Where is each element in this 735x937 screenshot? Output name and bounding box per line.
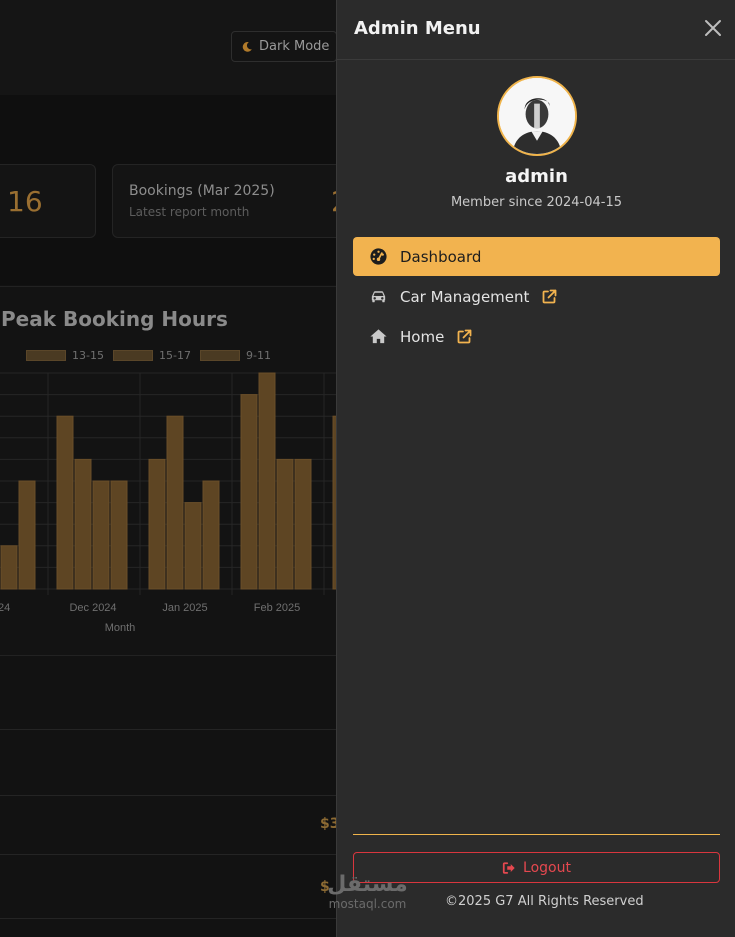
legend-label: 9-11 <box>246 349 271 362</box>
dashboard-icon <box>370 248 387 265</box>
dark-mode-label: Dark Mode <box>259 39 330 54</box>
panel-divider <box>353 834 720 835</box>
legend-label: 15-17 <box>159 349 191 362</box>
bar[interactable] <box>0 545 18 590</box>
bar[interactable] <box>110 480 128 590</box>
home-icon <box>370 329 387 344</box>
panel-header: Admin Menu <box>337 0 735 60</box>
moon-icon <box>242 41 252 52</box>
table-row <box>0 918 336 919</box>
external-link-icon <box>457 329 472 343</box>
stat-value: 16 <box>7 185 43 218</box>
legend-item[interactable]: 9-11 <box>200 349 271 362</box>
legend-swatch <box>200 350 240 361</box>
legend-label: 13-15 <box>72 349 104 362</box>
bar-chart: 024Dec 2024Jan 2025Feb 2025IMonth <box>0 372 336 631</box>
bar[interactable] <box>92 480 110 590</box>
table-row: $ <box>0 854 336 895</box>
bar[interactable] <box>184 502 202 590</box>
x-tick-label: Jan 2025 <box>162 602 207 614</box>
background-page: Dark Mode 16 Bookings (Mar 2025) Latest … <box>0 0 336 937</box>
dark-mode-button[interactable]: Dark Mode <box>231 31 336 62</box>
logout-label: Logout <box>523 859 571 876</box>
legend-item[interactable]: 13-15 <box>26 349 104 362</box>
car-icon <box>371 291 386 303</box>
bar[interactable] <box>294 458 312 590</box>
watermark: مستقل mostaql.com <box>320 872 415 912</box>
close-button[interactable] <box>701 16 725 40</box>
legend-swatch <box>113 350 153 361</box>
x-tick-label: Feb 2025 <box>254 602 300 614</box>
panel-title: Admin Menu <box>354 18 481 39</box>
stat-card-bookings: Bookings (Mar 2025) Latest report month … <box>112 164 336 238</box>
bar[interactable] <box>240 394 258 590</box>
bar[interactable] <box>166 415 184 590</box>
bar[interactable] <box>56 415 74 590</box>
admin-menu-panel: Admin Menu admin Member since 2024-04-15 <box>336 0 735 937</box>
chart-title: Peak Booking Hours <box>1 307 228 331</box>
external-link-icon <box>543 289 557 303</box>
bar[interactable] <box>276 458 294 590</box>
logout-icon <box>502 861 515 874</box>
watermark-latin: mostaql.com <box>328 897 407 911</box>
nav-item-car-management[interactable]: Car Management <box>353 277 720 316</box>
stat-title: Bookings (Mar 2025) <box>129 183 275 199</box>
user-avatar-icon <box>499 78 575 154</box>
avatar <box>497 76 577 156</box>
nav-item-home[interactable]: Home <box>353 317 720 356</box>
bar[interactable] <box>74 458 92 590</box>
member-since: Member since 2024-04-15 <box>450 195 623 210</box>
bar[interactable] <box>258 372 276 590</box>
x-tick-label: 024 <box>0 602 10 614</box>
nav-item-dashboard[interactable]: Dashboard <box>353 237 720 276</box>
footer-copyright: ©2025 G7 All Rights Reserved <box>445 894 644 909</box>
nav-label: Dashboard <box>400 247 482 266</box>
bar[interactable] <box>18 480 36 590</box>
legend-swatch <box>26 350 66 361</box>
bar[interactable] <box>148 458 166 590</box>
x-tick-label: Dec 2024 <box>69 602 116 614</box>
table-row <box>0 729 336 730</box>
stat-subtitle: Latest report month <box>129 205 250 219</box>
nav-label: Car Management <box>400 287 530 306</box>
close-icon <box>705 20 721 36</box>
nav-label: Home <box>400 327 445 346</box>
chart-card: Peak Booking Hours -1313-1515-179-11 024… <box>0 286 336 656</box>
watermark-arabic: مستقل <box>327 872 408 897</box>
table-row: $3 <box>0 795 336 832</box>
x-axis-label: Month <box>105 622 136 631</box>
row-value: $3 <box>320 816 336 832</box>
username: admin <box>505 166 568 187</box>
stat-card: 16 <box>0 164 96 238</box>
legend-item[interactable]: 15-17 <box>113 349 191 362</box>
bar[interactable] <box>202 480 220 590</box>
admin-nav: Dashboard Car Management Home <box>353 237 720 357</box>
